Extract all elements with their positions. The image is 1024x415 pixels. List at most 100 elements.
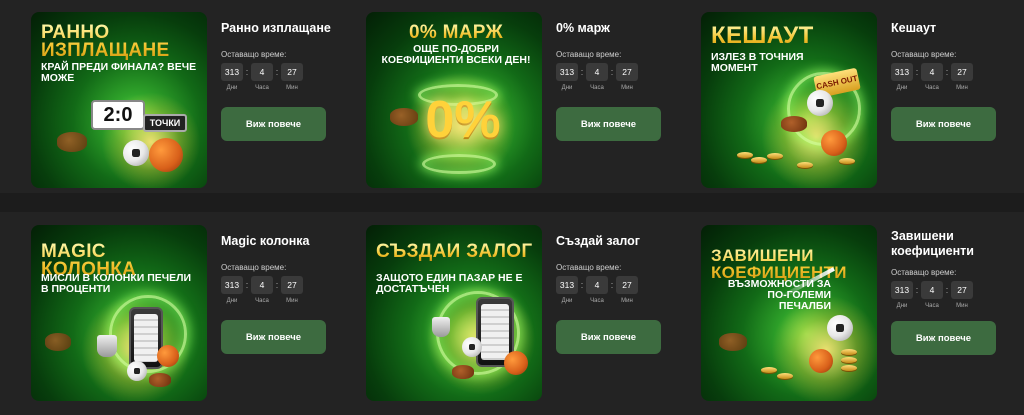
timer-minutes: 27 <box>281 63 303 81</box>
promo-title: 0% марж <box>556 21 610 35</box>
timer-hours-label: Часа <box>590 85 604 91</box>
promo-card-early-payout: Ранно изплащане Край преди финала? Вече … <box>31 12 341 188</box>
promo-card-zero-margin: 0% Марж Още по-добри коефициенти всеки д… <box>366 12 676 188</box>
trophy-icon <box>432 317 450 337</box>
timer-days: 313 <box>221 63 243 81</box>
timer-days: 313 <box>221 276 243 294</box>
see-more-button[interactable]: Виж повече <box>556 320 661 354</box>
timer-minutes: 27 <box>616 63 638 81</box>
banner-subtitle: Възможности за по-големи печалби <box>727 278 831 312</box>
banner-title: Кешаут <box>711 24 871 48</box>
time-remaining-label: Оставащо време: <box>891 50 957 59</box>
see-more-button[interactable]: Виж повече <box>221 107 326 141</box>
coin-icon <box>839 158 855 164</box>
see-more-button[interactable]: Виж повече <box>221 320 326 354</box>
banner-title: Ранно изплащане <box>41 23 201 60</box>
timer-days-label: Дни <box>226 298 238 304</box>
promo-info: Кешаут Оставащо време: 313 Дни : 4 Часа : … <box>891 12 1003 141</box>
see-more-button[interactable]: Виж повече <box>891 321 996 355</box>
banner-subtitle: Мисли в колонки печели в проценти <box>41 272 192 295</box>
time-remaining-label: Оставащо време: <box>556 263 622 272</box>
promo-card-create-bet: Създай залог Защото един пазар не е дост… <box>366 225 676 401</box>
timer-days: 313 <box>556 276 578 294</box>
see-more-button[interactable]: Виж повече <box>556 107 661 141</box>
american-football-icon <box>781 116 807 132</box>
timer-minutes: 27 <box>951 281 973 299</box>
timer-hours-label: Часа <box>255 85 269 91</box>
timer-minutes-label: Мин <box>956 303 968 309</box>
timer-minutes-label: Мин <box>286 85 298 91</box>
soccer-ball-icon <box>123 140 149 166</box>
american-football-icon <box>149 373 171 387</box>
promo-banner[interactable]: Magic колонка Мисли в колонки печели в п… <box>31 225 207 401</box>
soccer-ball-icon <box>462 337 482 357</box>
points-badge: точки <box>143 114 187 132</box>
timer-days: 313 <box>891 281 913 299</box>
banner-title: Завишени коефициенти <box>711 247 871 281</box>
promo-info: 0% марж Оставащо време: 313 Дни : 4 Часа :… <box>556 12 668 141</box>
timer-days-label: Дни <box>226 85 238 91</box>
timer-minutes: 27 <box>951 63 973 81</box>
promo-title: Завишени коефициенти <box>891 229 974 258</box>
american-football-icon <box>57 132 87 152</box>
banner-subtitle: Още по-добри коефициенти всеки ден! <box>381 43 531 66</box>
coin-icon <box>841 365 857 371</box>
banner-subtitle: Защото един пазар не е достатъчен <box>376 272 523 295</box>
banner-title: 0% Марж <box>376 23 536 42</box>
time-remaining-label: Оставащо време: <box>221 263 287 272</box>
american-football-icon <box>452 365 474 379</box>
soccer-ball-icon <box>807 90 833 116</box>
promo-banner[interactable]: Създай залог Защото един пазар не е дост… <box>366 225 542 401</box>
timer-hours-label: Часа <box>590 298 604 304</box>
timer-days-label: Дни <box>561 298 573 304</box>
promo-title: Кешаут <box>891 21 937 35</box>
promo-title: Magic колонка <box>221 234 310 248</box>
promo-card-cashout: Кешаут Излез в точния момент CASH OUT Ке… <box>701 12 1011 188</box>
american-football-icon <box>719 333 747 351</box>
coin-icon <box>841 357 857 363</box>
timer-minutes-label: Мин <box>621 298 633 304</box>
trophy-icon <box>97 335 117 357</box>
coin-icon <box>761 367 777 373</box>
promo-banner[interactable]: Кешаут Излез в точния момент CASH OUT <box>701 12 877 188</box>
timer-days: 313 <box>556 63 578 81</box>
american-football-icon <box>390 108 418 126</box>
timer-minutes-label: Мин <box>286 298 298 304</box>
timer-days-label: Дни <box>896 85 908 91</box>
promo-card-magic-column: Magic колонка Мисли в колонки печели в п… <box>31 225 341 401</box>
promo-banner[interactable]: Завишени коефициенти Възможности за по-г… <box>701 225 877 401</box>
coin-icon <box>777 373 793 379</box>
banner-subtitle: Излез в точния момент <box>711 51 804 74</box>
american-football-icon <box>45 333 71 351</box>
countdown-timer: 313 Дни : 4 Часа : 27 Мин <box>891 63 1003 91</box>
timer-days: 313 <box>891 63 913 81</box>
coin-icon <box>841 349 857 355</box>
promo-title: Ранно изплащане <box>221 21 331 35</box>
promo-card-boosted-odds: Завишени коефициенти Възможности за по-г… <box>701 225 1011 401</box>
timer-days-label: Дни <box>561 85 573 91</box>
timer-hours-label: Часа <box>255 298 269 304</box>
promo-title: Създай залог <box>556 234 641 248</box>
soccer-ball-icon <box>827 315 853 341</box>
countdown-timer: 313 Дни : 4 Часа : 27 Мин <box>556 63 668 91</box>
timer-days-label: Дни <box>896 303 908 309</box>
promo-banner[interactable]: 0% Марж Още по-добри коефициенти всеки д… <box>366 12 542 188</box>
timer-minutes: 27 <box>616 276 638 294</box>
basketball-icon <box>504 351 528 375</box>
promo-info: Ранно изплащане Оставащо време: 313 Дни :… <box>221 12 333 141</box>
banner-subtitle: Край преди финала? Вече може <box>41 61 197 84</box>
countdown-timer: 313 Дни : 4 Часа : 27 Мин <box>556 276 668 304</box>
soccer-ball-icon <box>127 361 147 381</box>
timer-hours: 4 <box>586 63 608 81</box>
countdown-timer: 313 Дни : 4 Часа : 27 Мин <box>221 63 333 91</box>
basketball-icon <box>149 138 183 172</box>
time-remaining-label: Оставащо време: <box>891 268 957 277</box>
coin-icon <box>737 152 753 158</box>
see-more-button[interactable]: Виж повече <box>891 107 996 141</box>
promo-banner[interactable]: Ранно изплащане Край преди финала? Вече … <box>31 12 207 188</box>
zero-percent-graphic: 0% <box>425 91 501 149</box>
timer-hours: 4 <box>251 276 273 294</box>
timer-hours: 4 <box>921 281 943 299</box>
time-remaining-label: Оставащо време: <box>556 50 622 59</box>
promo-info: Завишени коефициенти Оставащо време: 313… <box>891 225 1003 355</box>
